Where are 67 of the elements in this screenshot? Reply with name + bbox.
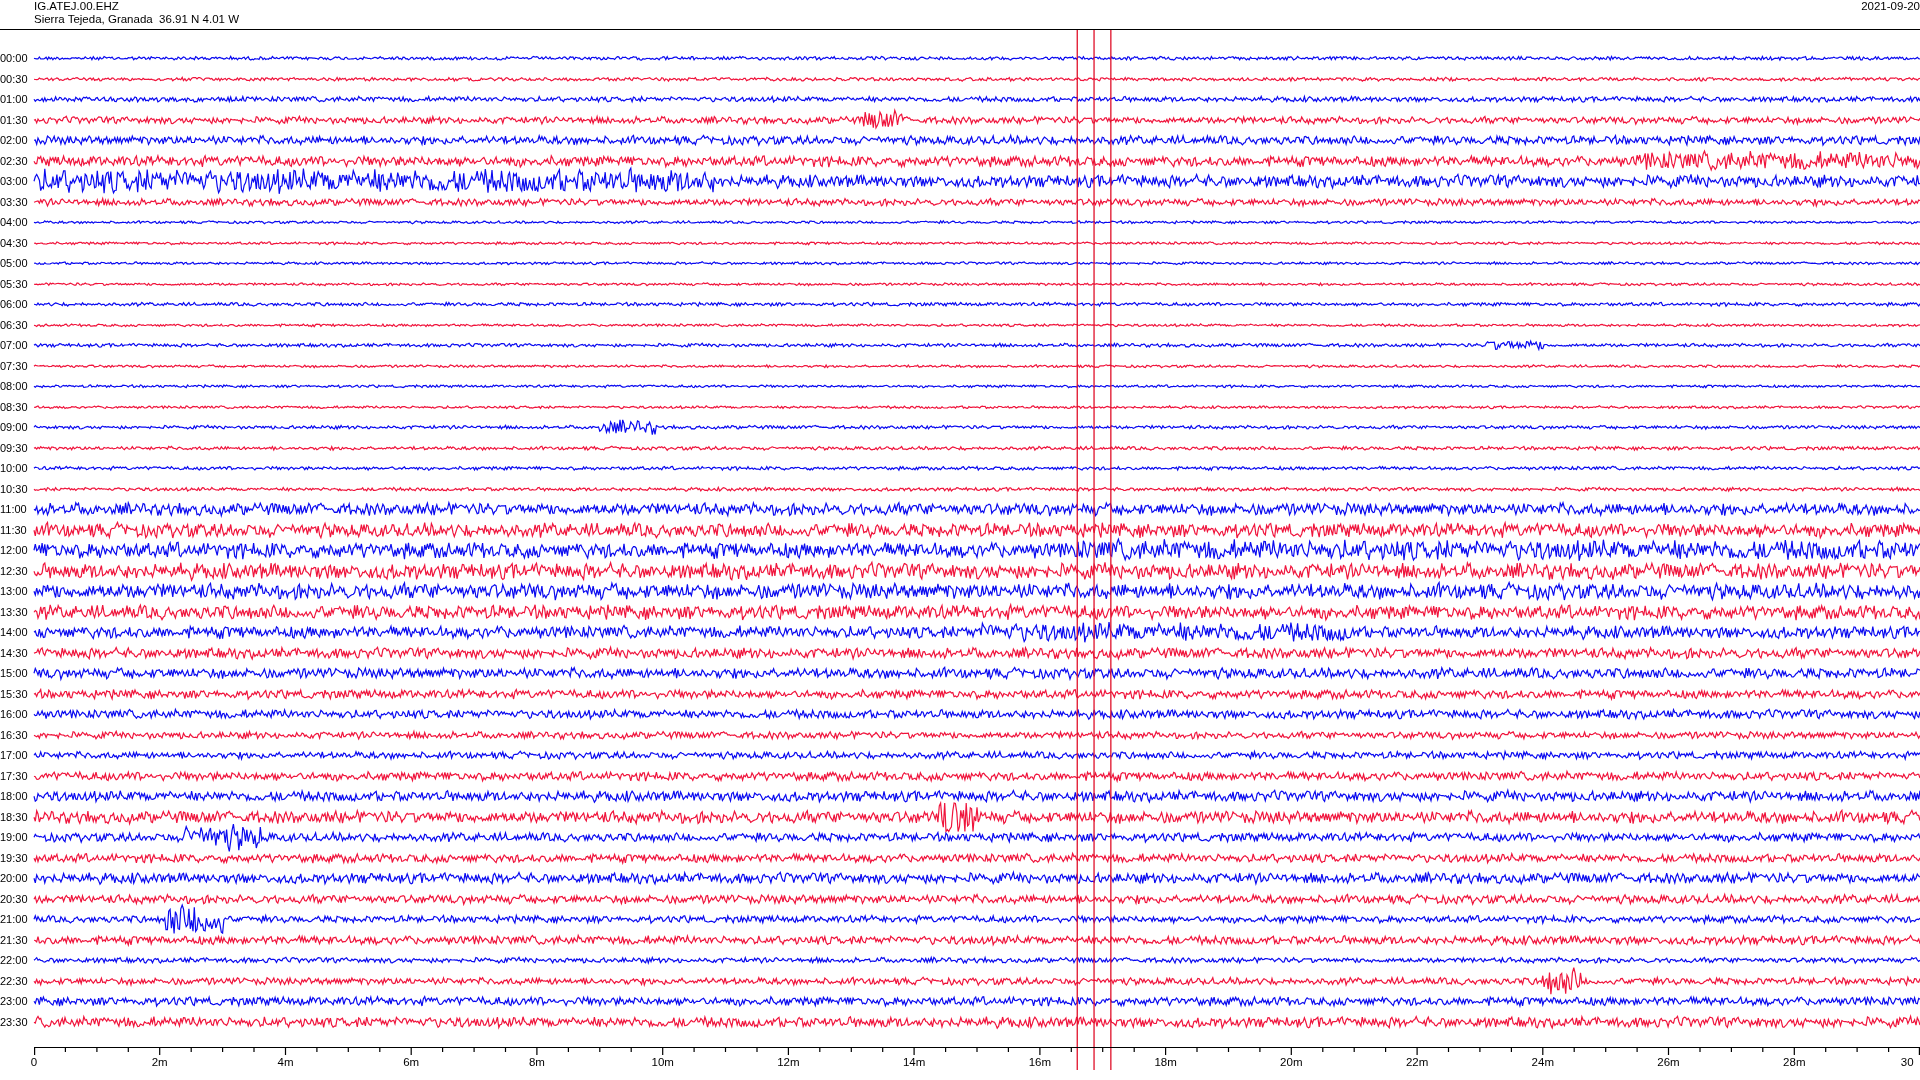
time-label: 16:00 [0,708,29,721]
axis-tick-label: 12m [777,1056,800,1069]
time-label: 02:30 [0,154,29,167]
axis-tick-label: 6m [403,1056,420,1069]
axis-tick-label: 30 [1900,1056,1914,1069]
time-label: 21:30 [0,933,29,946]
time-label: 09:00 [0,421,29,434]
time-label: 14:00 [0,626,29,639]
time-label: 13:00 [0,585,29,598]
time-label: 08:00 [0,380,29,393]
time-label: 11:00 [0,503,28,516]
time-label: 19:30 [0,851,29,864]
axis-tick-label: 26m [1657,1056,1680,1069]
time-label: 10:30 [0,482,29,495]
time-label: 23:00 [0,995,29,1008]
time-label: 12:00 [0,544,29,557]
axis-tick-label: 16m [1028,1056,1052,1069]
time-label: 15:30 [0,687,29,700]
time-label: 22:30 [0,974,29,987]
axis-tick-label: 24m [1531,1056,1554,1069]
time-label: 16:30 [0,728,29,741]
time-label: 08:30 [0,400,29,413]
time-label: 09:30 [0,441,29,454]
time-label: 07:00 [0,339,29,352]
time-label: 18:00 [0,790,29,803]
time-label: 00:00 [0,52,29,65]
time-label: 00:30 [0,72,29,85]
time-label: 17:30 [0,769,29,782]
axis-tick-label: 8m [528,1056,545,1069]
time-label: 15:00 [0,667,29,680]
axis-tick-label: 28m [1783,1056,1806,1069]
time-label: 13:30 [0,605,29,618]
time-label: 18:30 [0,810,29,823]
axis-tick-label: 22m [1405,1056,1429,1069]
record-date: 2021-09-20 [1861,0,1920,13]
time-label: 17:00 [0,749,29,762]
axis-tick-label: 2m [151,1056,168,1069]
time-label: 04:30 [0,236,29,249]
station-code: IG.ATEJ.00.EHZ [34,0,120,13]
axis-tick-label: 0 [30,1056,38,1069]
time-label: 11:30 [0,523,28,536]
axis-tick-label: 4m [277,1056,294,1069]
time-label: 06:00 [0,298,29,311]
time-label: 05:00 [0,257,29,270]
time-label: 01:30 [0,113,29,126]
time-label: 10:00 [0,462,29,475]
axis-tick-label: 18m [1154,1056,1177,1069]
time-label: 07:30 [0,359,29,372]
time-label: 23:30 [0,1015,29,1028]
axis-tick-label: 14m [902,1056,926,1069]
station-location: Sierra Tejeda, Granada 36.91 N 4.01 W [34,13,239,26]
time-label: 21:00 [0,913,29,926]
time-label: 05:30 [0,277,29,290]
time-label: 14:30 [0,646,29,659]
time-label: 04:00 [0,216,29,229]
time-label: 20:00 [0,872,29,885]
time-label: 20:30 [0,892,29,905]
time-label: 03:00 [0,175,29,188]
time-label: 01:00 [0,93,29,106]
time-label: 03:30 [0,195,29,208]
time-label: 22:00 [0,954,29,967]
time-label: 19:00 [0,831,29,844]
time-label: 06:30 [0,318,29,331]
time-label: 12:30 [0,564,29,577]
axis-tick-label: 20m [1280,1056,1303,1069]
time-label: 02:00 [0,134,29,147]
axis-tick-label: 10m [651,1056,674,1069]
